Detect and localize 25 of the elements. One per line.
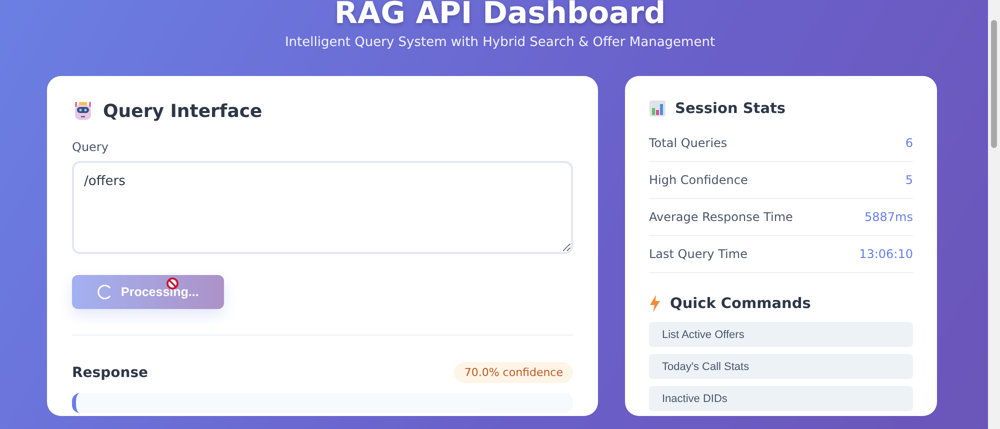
card-title: Query Interface: [103, 100, 262, 122]
robot-icon: [72, 100, 94, 122]
bar-chart-icon: [649, 100, 666, 117]
stat-label: Total Queries: [649, 136, 728, 150]
scrollbar[interactable]: [988, 0, 1000, 429]
section-title: Response: [72, 364, 148, 380]
stat-label: Last Query Time: [649, 247, 748, 261]
confidence-badge: 70.0% confidence: [454, 362, 573, 383]
quick-command-button[interactable]: Today's Call Stats: [649, 354, 913, 379]
card-title: Session Stats: [675, 100, 786, 116]
scrollbar-thumb[interactable]: [991, 20, 997, 148]
query-field[interactable]: /offers: [72, 161, 573, 254]
page-subtitle: Intelligent Query System with Hybrid Search & Offer Management: [284, 35, 716, 50]
quick-command-button[interactable]: List Active Offers: [649, 322, 913, 347]
field-label: Query: [72, 140, 110, 154]
section-title: Quick Commands: [670, 296, 811, 312]
stat-value: 6: [905, 136, 913, 150]
stat-label: Average Response Time: [649, 210, 793, 224]
stat-value: 13:06:10: [859, 247, 913, 261]
stat-label: High Confidence: [649, 173, 748, 187]
quick-command-button[interactable]: Inactive DIDs: [649, 386, 913, 411]
stat-value: 5: [905, 173, 913, 187]
lightning-icon: [649, 295, 661, 312]
stat-value: 5887ms: [864, 210, 913, 224]
page-title: RAG API Dashboard: [334, 0, 666, 33]
